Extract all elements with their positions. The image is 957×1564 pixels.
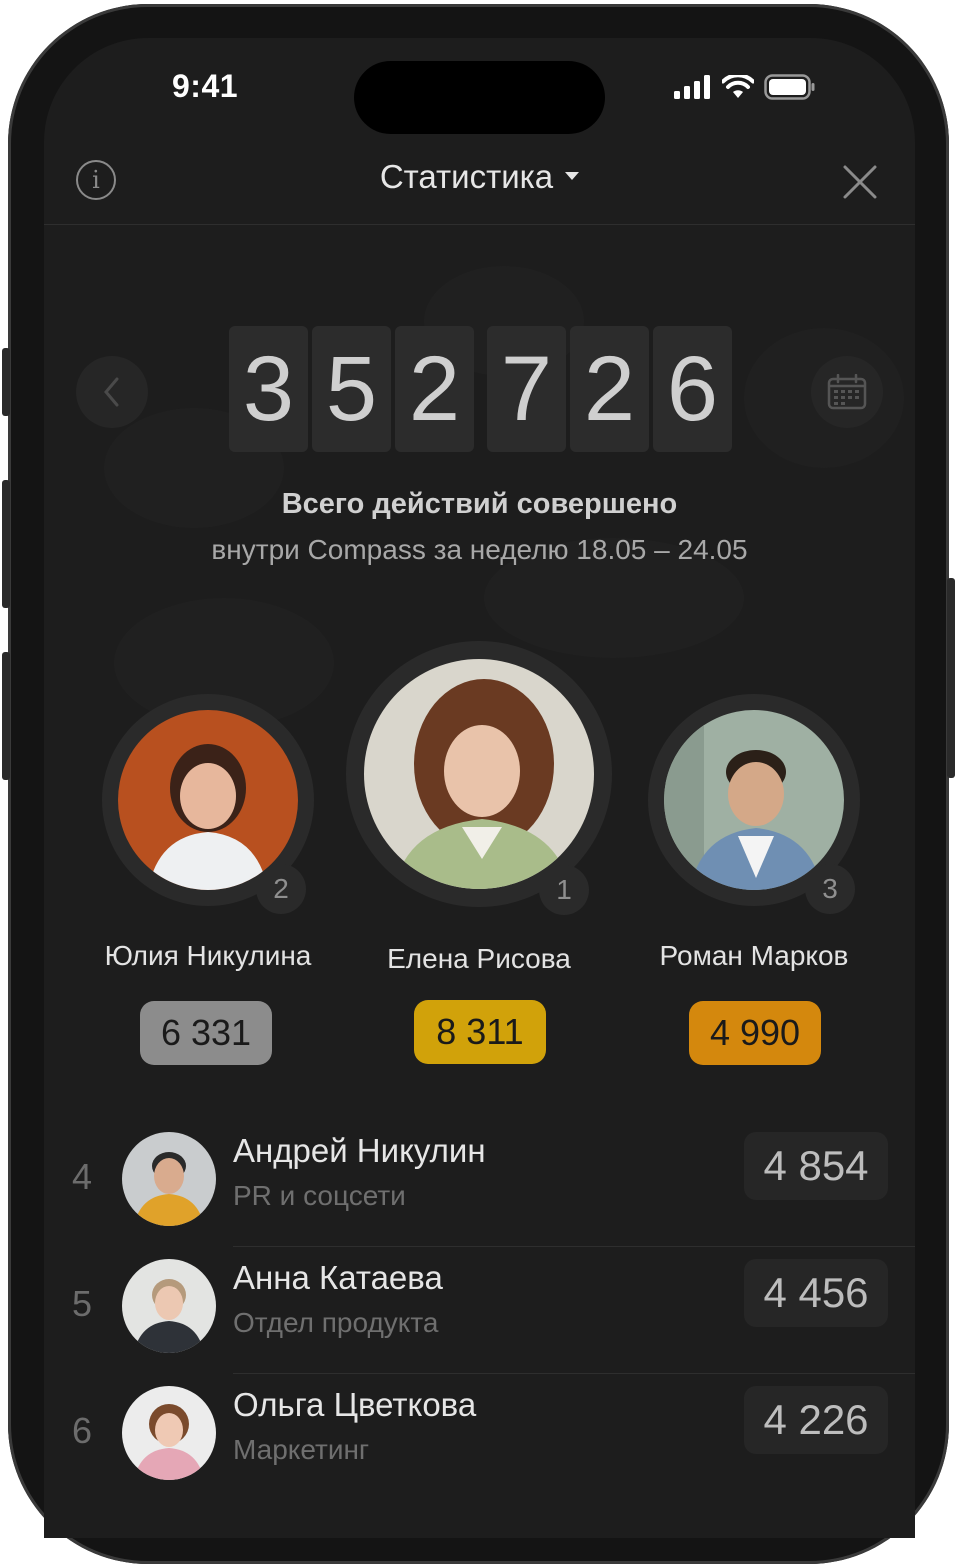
list-rank: 4 — [72, 1156, 93, 1197]
list-name: Андрей Никулин — [233, 1132, 486, 1169]
podium-name: Роман Марков — [659, 940, 849, 971]
list-department: PR и соцсети — [233, 1180, 406, 1211]
list-rank: 5 — [72, 1283, 93, 1324]
list-item[interactable]: 5 Анна Катаева Отдел продукта 4 456 — [44, 1249, 915, 1376]
signal-icon — [674, 75, 710, 99]
chevron-left-icon — [104, 377, 119, 407]
podium-name: Юлия Никулина — [104, 940, 312, 971]
app-screen: 9:41 i Статистика 3 5 2 7 2 6 Всего дейс… — [44, 38, 915, 1538]
calendar-button[interactable] — [811, 356, 883, 428]
podium-name: Елена Рисова — [387, 943, 571, 974]
rank-badge: 3 — [805, 864, 855, 914]
counter-digit: 5 — [312, 326, 391, 452]
close-icon[interactable] — [840, 162, 880, 202]
counter-digit: 2 — [395, 326, 474, 452]
wifi-icon — [722, 75, 754, 98]
battery-icon — [764, 74, 815, 100]
avatar[interactable] — [664, 710, 844, 890]
avatar[interactable] — [118, 710, 298, 890]
avatar-photo — [364, 659, 594, 889]
avatar-photo — [122, 1259, 216, 1353]
actions-counter: 3 5 2 7 2 6 — [229, 326, 736, 452]
list-score: 4 456 — [744, 1259, 888, 1327]
list-name: Анна Катаева — [233, 1259, 443, 1296]
page-title: Статистика — [379, 158, 554, 195]
calendar-icon — [827, 374, 867, 410]
mute-switch — [2, 348, 10, 416]
list-rank: 6 — [72, 1410, 93, 1451]
counter-digit: 6 — [653, 326, 732, 452]
avatar-photo — [664, 710, 844, 890]
counter-digit: 3 — [229, 326, 308, 452]
list-item[interactable]: 6 Ольга Цветкова Маркетинг 4 226 — [44, 1376, 915, 1503]
rank-badge: 1 — [539, 865, 589, 915]
counter-caption-subtitle: внутри Compass за неделю 18.05 – 24.05 — [211, 534, 748, 565]
dynamic-island — [354, 61, 605, 134]
podium-score: 6 331 — [140, 1001, 272, 1065]
avatar-photo — [122, 1386, 216, 1480]
status-time: 9:41 — [172, 68, 239, 104]
row-divider — [233, 1246, 915, 1247]
counter-digit: 7 — [487, 326, 566, 452]
list-score: 4 226 — [744, 1386, 888, 1454]
title-dropdown[interactable]: Статистика — [44, 158, 915, 196]
avatar — [122, 1386, 216, 1480]
counter-caption-title: Всего действий совершено — [281, 488, 678, 520]
power-button — [947, 578, 955, 778]
volume-down-button — [2, 652, 10, 780]
rank-badge: 2 — [256, 864, 306, 914]
avatar-photo — [118, 710, 298, 890]
avatar — [122, 1132, 216, 1226]
header: i Статистика — [44, 142, 915, 225]
avatar[interactable] — [364, 659, 594, 889]
prev-week-button[interactable] — [76, 356, 148, 428]
list-department: Отдел продукта — [233, 1307, 439, 1338]
podium-score: 4 990 — [689, 1001, 821, 1065]
list-name: Ольга Цветкова — [233, 1386, 477, 1423]
counter-digit: 2 — [570, 326, 649, 452]
list-item[interactable]: 4 Андрей Никулин PR и соцсети 4 854 — [44, 1122, 915, 1249]
row-divider — [233, 1373, 915, 1374]
podium-score: 8 311 — [414, 1000, 546, 1064]
list-score: 4 854 — [744, 1132, 888, 1200]
avatar-photo — [122, 1132, 216, 1226]
avatar — [122, 1259, 216, 1353]
status-icons — [674, 74, 816, 100]
volume-up-button — [2, 480, 10, 608]
chevron-down-icon — [565, 172, 580, 181]
list-department: Маркетинг — [233, 1434, 370, 1465]
